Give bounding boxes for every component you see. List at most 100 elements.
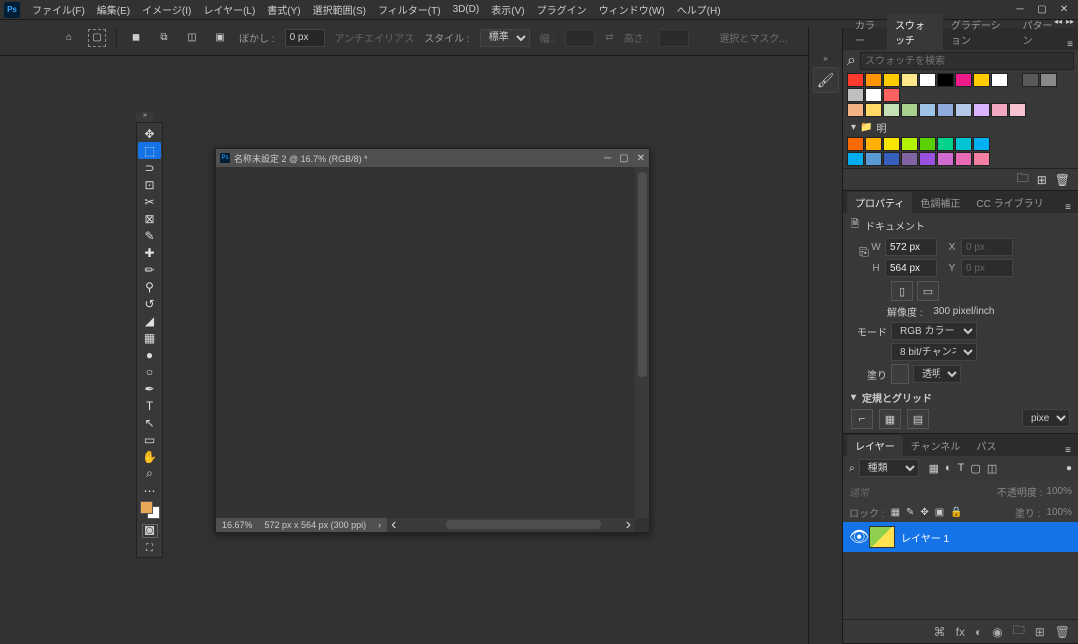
crop-tool[interactable]: ✂ xyxy=(138,193,161,210)
menu-3d[interactable]: 3D(D) xyxy=(447,2,486,17)
document-canvas[interactable] xyxy=(216,167,635,518)
filter-type-icon[interactable]: T xyxy=(958,462,965,475)
status-chevron[interactable]: › xyxy=(378,520,381,530)
swatch-color[interactable] xyxy=(883,137,900,151)
section-toggle[interactable]: ▾ xyxy=(851,392,856,403)
swatch-color[interactable] xyxy=(919,103,936,117)
ruler-icon[interactable]: ⌐ xyxy=(851,409,873,429)
link-layers-icon[interactable]: ⌘ xyxy=(934,625,946,639)
screen-mode[interactable]: ⛶ xyxy=(142,541,158,555)
swatch-color[interactable] xyxy=(883,73,900,87)
swatch-color[interactable] xyxy=(847,73,864,87)
filter-shape-icon[interactable]: ▢ xyxy=(970,462,980,475)
layer-visibility-icon[interactable]: 👁 xyxy=(849,527,863,547)
eyedropper-tool[interactable]: ✎ xyxy=(138,227,161,244)
swatch-folder-icon[interactable]: 🗀 xyxy=(1017,169,1029,190)
swatch-search-input[interactable] xyxy=(860,52,1074,70)
menu-select[interactable]: 選択範囲(S) xyxy=(307,0,372,19)
gradient-tool[interactable]: ▦ xyxy=(138,329,161,346)
path-select-tool[interactable]: ↖ xyxy=(138,414,161,431)
menu-type[interactable]: 書式(Y) xyxy=(261,0,306,19)
group-name[interactable]: 明 xyxy=(876,120,886,135)
link-wh-icon[interactable]: ⎘ xyxy=(855,245,873,260)
feather-input[interactable] xyxy=(285,29,325,47)
swatch-new-icon[interactable]: ⊞ xyxy=(1037,173,1047,187)
hand-tool[interactable]: ✋ xyxy=(138,448,161,465)
tab-libraries[interactable]: CC ライブラリ xyxy=(968,192,1051,213)
mode-select[interactable]: RGB カラー xyxy=(891,322,977,340)
swatch-color[interactable] xyxy=(847,152,864,166)
fill-swatch[interactable] xyxy=(891,364,909,384)
pen-tool[interactable]: ✒ xyxy=(138,380,161,397)
height-input[interactable] xyxy=(659,29,689,47)
swatch-trash-icon[interactable]: 🗑 xyxy=(1055,173,1070,187)
group-toggle[interactable]: ▾ xyxy=(851,122,856,133)
dock-close[interactable]: ▸▸ xyxy=(1066,17,1074,26)
brush-tool[interactable]: ✏ xyxy=(138,261,161,278)
tab-adjustments[interactable]: 色調補正 xyxy=(912,192,968,213)
frame-tool[interactable]: ⊠ xyxy=(138,210,161,227)
intersect-selection-icon[interactable]: ▣ xyxy=(211,29,229,47)
type-tool[interactable]: T xyxy=(138,397,161,414)
swatch-color[interactable] xyxy=(991,73,1008,87)
tab-color[interactable]: カラー xyxy=(847,14,887,50)
swatch-color[interactable] xyxy=(865,88,882,102)
swatches-menu[interactable]: ≡ xyxy=(1062,39,1078,50)
dodge-tool[interactable]: ○ xyxy=(138,363,161,380)
doc-close[interactable]: ✕ xyxy=(637,153,645,164)
quick-mask[interactable]: ◙ xyxy=(142,524,158,538)
layer-filter-select[interactable]: 種類 xyxy=(859,459,919,477)
swatch-color[interactable] xyxy=(901,137,918,151)
lock-pos-icon[interactable]: ✥ xyxy=(920,507,928,518)
menu-layer[interactable]: レイヤー(L) xyxy=(197,0,261,19)
swatch-color[interactable] xyxy=(955,152,972,166)
layer-item-1[interactable]: 👁 レイヤー 1 xyxy=(843,522,1078,552)
layers-menu[interactable]: ≡ xyxy=(1058,445,1078,456)
brush-panel-icon[interactable]: 🖌 xyxy=(813,67,839,93)
color-swatch[interactable] xyxy=(138,501,162,519)
menu-file[interactable]: ファイル(F) xyxy=(26,0,91,19)
swatch-color[interactable] xyxy=(865,152,882,166)
fg-color[interactable] xyxy=(140,501,153,514)
lock-paint-icon[interactable]: ✎ xyxy=(906,507,914,518)
properties-menu[interactable]: ≡ xyxy=(1058,202,1078,213)
tool-preset[interactable]: ▢ xyxy=(88,29,106,47)
move-tool[interactable]: ✥ xyxy=(138,125,161,142)
filter-pixel-icon[interactable]: ▦ xyxy=(929,462,939,475)
tools-collapse[interactable]: » xyxy=(136,112,154,122)
menu-edit[interactable]: 編集(E) xyxy=(91,0,136,19)
document-titlebar[interactable]: Ps 名称未設定 2 @ 16.7% (RGB/8) * ─ ▢ ✕ xyxy=(216,149,649,167)
fill-select[interactable]: 透明 xyxy=(913,365,961,383)
swatch-color[interactable] xyxy=(1022,73,1039,87)
hscroll-right[interactable]: › xyxy=(626,516,631,534)
opacity-value[interactable]: 100% xyxy=(1046,486,1072,497)
adjustment-icon[interactable]: ◉ xyxy=(992,625,1002,639)
swatch-color[interactable] xyxy=(919,152,936,166)
new-selection-icon[interactable]: ◼ xyxy=(127,29,145,47)
marquee-tool[interactable]: ⬚ xyxy=(138,142,161,159)
swatch-color[interactable] xyxy=(901,103,918,117)
quick-select-tool[interactable]: ⊡ xyxy=(138,176,161,193)
swatch-color[interactable] xyxy=(937,152,954,166)
tab-paths[interactable]: パス xyxy=(968,435,1004,456)
zoom-tool[interactable]: ⌕ xyxy=(138,465,161,482)
delete-layer-icon[interactable]: 🗑 xyxy=(1055,625,1070,639)
doc-vscrollbar[interactable] xyxy=(635,167,649,518)
y-value[interactable] xyxy=(961,259,1013,277)
grid-icon[interactable]: ▦ xyxy=(879,409,901,429)
swatch-color[interactable] xyxy=(973,152,990,166)
history-brush-tool[interactable]: ↺ xyxy=(138,295,161,312)
height-value[interactable] xyxy=(885,259,937,277)
menu-filter[interactable]: フィルター(T) xyxy=(372,0,447,19)
layer-name[interactable]: レイヤー 1 xyxy=(901,530,949,545)
blend-mode-select[interactable]: 通常 xyxy=(849,484,869,499)
rectangle-tool[interactable]: ▭ xyxy=(138,431,161,448)
menu-help[interactable]: ヘルプ(H) xyxy=(671,0,727,19)
filter-toggle[interactable]: ● xyxy=(1066,463,1072,474)
lock-nest-icon[interactable]: ▣ xyxy=(935,507,944,518)
antialias-checkbox[interactable]: アンチエイリアス xyxy=(335,30,415,45)
swatch-color[interactable] xyxy=(883,103,900,117)
menu-window[interactable]: ウィンドウ(W) xyxy=(593,0,671,19)
fx-icon[interactable]: fx xyxy=(956,625,965,639)
home-button[interactable]: ⌂ xyxy=(60,29,78,47)
